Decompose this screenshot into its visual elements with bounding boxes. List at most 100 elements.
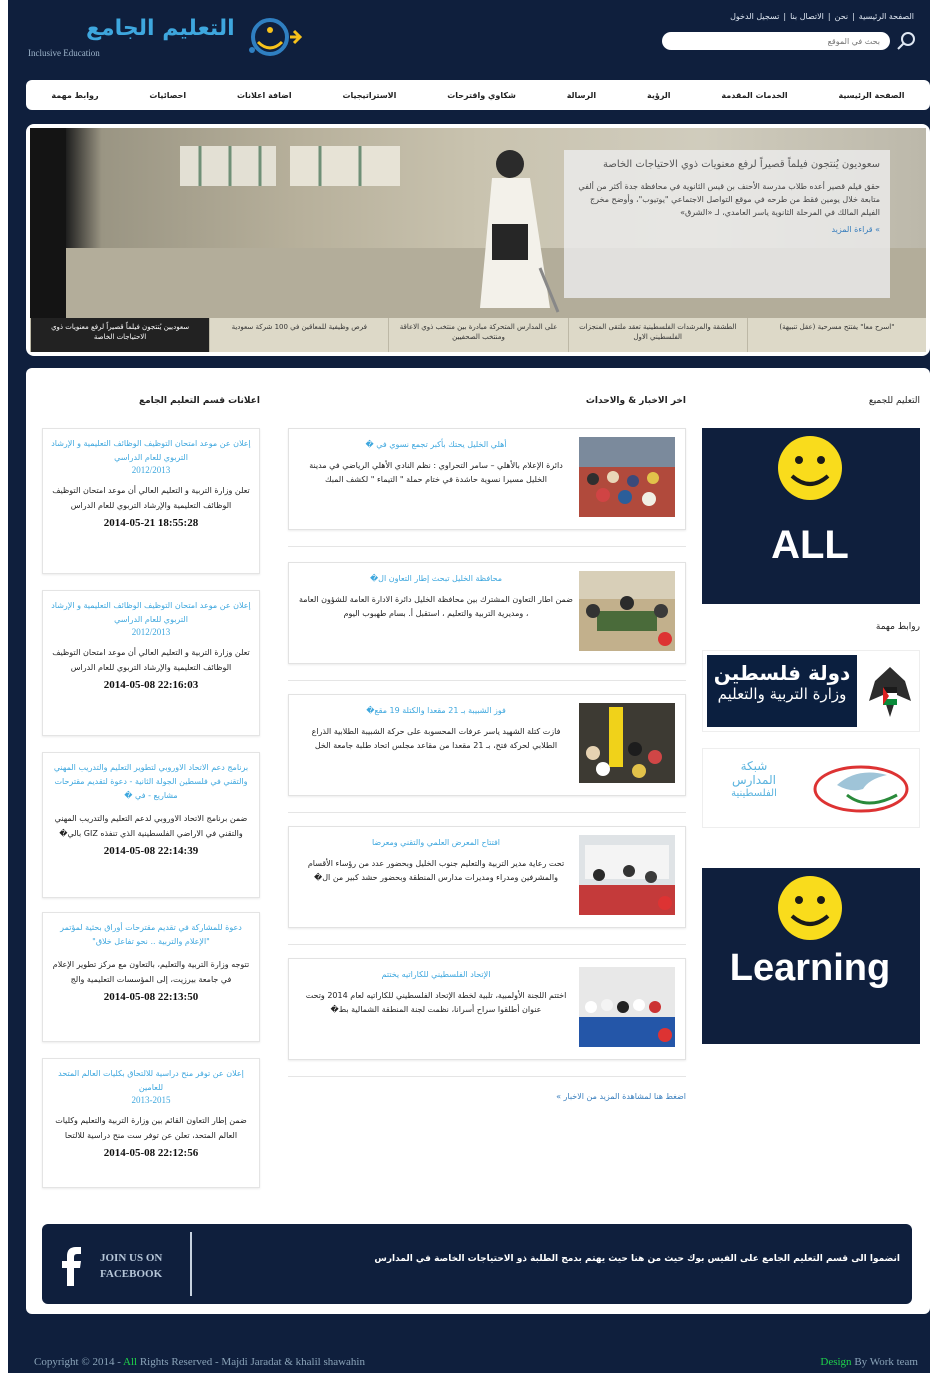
links-heading: روابط مهمة [875, 622, 920, 632]
news-body: فازت كتلة الشهيد ياسر عرفات المحسوبة على… [311, 727, 561, 750]
slider-thumbnails: "اسرح معا" يفتتح مسرحية (عقل تنبيهة) الط… [29, 318, 926, 352]
search-icon[interactable] [896, 30, 918, 52]
announcements-heading: اعلانات قسم التعليم الجامع [138, 396, 260, 406]
news-heading: اخر الاخبار & والاحداث [585, 396, 686, 406]
slide-image[interactable]: سعوديون يُنتجون فيلماً قصيراً لرفع معنوي… [30, 128, 926, 318]
announcement-title[interactable]: برنامج دعم الاتحاد الاوروبي لتطوير التعل… [51, 761, 251, 803]
featured-slider: سعوديون يُنتجون فيلماً قصيراً لرفع معنوي… [26, 124, 930, 356]
join-facebook-text[interactable]: JOIN US ON FACEBOOK [100, 1250, 162, 1282]
nav-services[interactable]: الخدمات المقدمة [717, 91, 791, 100]
slider-thumb[interactable]: "اسرح معا" يفتتح مسرحية (عقل تنبيهة) [746, 318, 926, 352]
join-line1: JOIN US ON [100, 1252, 163, 1264]
announcement-date: 2014-05-08 22:13:50 [103, 991, 199, 1003]
slider-thumb[interactable]: فرص وظيفية للمعاقين في 100 شركة سعودية [209, 318, 389, 352]
news-image[interactable] [579, 967, 675, 1047]
news-title[interactable]: فوز الشبيبة بـ 21 مقعدا والكتلة 19 مقع� [299, 705, 573, 717]
slide-caption: سعوديون يُنتجون فيلماً قصيراً لرفع معنوي… [564, 150, 890, 298]
news-body: تحت رعاية مدير التربية والتعليم جنوب الخ… [307, 859, 565, 882]
news-divider [288, 680, 686, 681]
education-for-all-banner[interactable]: ALL [702, 428, 920, 604]
news-title[interactable]: أهلي الخليل يحتك بأكبر تجمع نسوي في � [299, 439, 573, 451]
dove-logo-icon [813, 765, 909, 813]
nav-add-ads[interactable]: اضافة اعلانات [233, 91, 296, 100]
learning-banner[interactable]: Learning [702, 868, 920, 1044]
news-image[interactable] [579, 437, 675, 517]
top-links: الصفحة الرئيسية | نحن | الاتصال بنا | تسجيل… [730, 12, 914, 21]
announcement-date: 2014-05-08 22:12:56 [103, 1147, 199, 1159]
nav-mission[interactable]: الرسالة [563, 91, 600, 100]
announcement-body: تتوجه وزارة التربية والتعليم، بالتعاون م… [52, 960, 250, 984]
learning-label: Learning [730, 947, 890, 989]
announcement-body: ضمن إطار التعاون القائم بين وزارة التربي… [55, 1116, 247, 1140]
search-input[interactable] [662, 32, 890, 50]
announcement-body: ضمن برنامج الاتحاد الاوروبي لدعم التعليم… [54, 814, 248, 838]
announcement-card[interactable]: برنامج دعم الاتحاد الاوروبي لتطوير التعل… [42, 752, 260, 898]
announcement-card[interactable]: دعوة للمشاركة في تقديم مقترحات أوراق بحث… [42, 912, 260, 1042]
announcement-year: 2012/2013 [131, 465, 171, 475]
ministry-line2: وزارة التربية والتعليم [717, 685, 847, 703]
all-label: ALL [771, 523, 849, 567]
announcement-title[interactable]: إعلان عن موعد امتحان التوظيف الوظائف الت… [51, 437, 251, 465]
news-title[interactable]: افتتاح المعرض العلمي والتقني ومعرضا [299, 837, 573, 849]
smiley-learning-icon: Learning [730, 876, 890, 989]
logo-text: التعليم الجامع [86, 16, 235, 41]
news-card[interactable]: محافظة الخليل تبحث إطار التعاون ال� ضمن … [288, 562, 686, 664]
announcement-year: 2013-2015 [131, 1095, 171, 1105]
copyright-all-link[interactable]: All [123, 1356, 137, 1368]
announcement-body: تعلن وزارة التربية و التعليم العالي أن م… [52, 486, 250, 510]
network-line2: المدارس [731, 773, 776, 787]
announcement-date: 2014-05-08 22:14:39 [103, 845, 199, 857]
nav-statistics[interactable]: احصائيات [145, 91, 190, 100]
news-divider [288, 944, 686, 945]
news-card[interactable]: الإتحاد الفلسطيني للكاراتيه يختتم اختتم … [288, 958, 686, 1060]
announcement-title[interactable]: إعلان عن توفر منح دراسية للالتحاق بكليات… [51, 1067, 251, 1095]
news-body: ضمن اطار التعاون المشترك بين محافظة الخل… [299, 595, 573, 618]
design-link[interactable]: Design [820, 1356, 851, 1368]
side-heading: التعليم للجميع [868, 396, 920, 406]
eagle-emblem-icon [869, 667, 911, 717]
design-credit-text: By Work team [851, 1356, 918, 1368]
read-more-link[interactable]: » قراءة المزيد [574, 225, 880, 234]
nav-vision[interactable]: الرؤية [643, 91, 675, 100]
nav-complaints[interactable]: شكاوي واقترحات [443, 91, 520, 100]
announcement-card[interactable]: إعلان عن موعد امتحان التوظيف الوظائف الت… [42, 428, 260, 574]
news-title[interactable]: الإتحاد الفلسطيني للكاراتيه يختتم [299, 969, 573, 981]
slider-thumb[interactable]: على المدارس المتحركة مبادرة بين منتخب ذو… [388, 318, 568, 352]
toplink-home[interactable]: الصفحة الرئيسية [859, 12, 914, 21]
smiley-icon: ALL [771, 436, 849, 567]
news-divider [288, 812, 686, 813]
more-news-link[interactable]: اضغط هنا لمشاهدة المزيد من الاخبار » [288, 1092, 686, 1101]
news-card[interactable]: افتتاح المعرض العلمي والتقني ومعرضا تحت … [288, 826, 686, 928]
news-body: دائرة الإعلام بالأهلي – سامر التحراوي : … [309, 461, 563, 484]
facebook-icon[interactable] [52, 1242, 92, 1288]
toplink-login[interactable]: تسجيل الدخول [730, 12, 779, 21]
news-image[interactable] [579, 571, 675, 651]
facebook-banner[interactable]: JOIN US ON FACEBOOK انضموا الى قسم التعل… [42, 1224, 912, 1304]
news-image[interactable] [579, 703, 675, 783]
copyright: Copyright © 2014 - All Rights Reserved -… [34, 1356, 365, 1368]
slider-thumb[interactable]: الطشقة والمرشدات الفلسطينية تعقد ملتقى ا… [567, 318, 747, 352]
toplink-contact[interactable]: الاتصال بنا [790, 12, 824, 21]
toplink-about[interactable]: نحن [835, 12, 848, 21]
news-divider [288, 546, 686, 547]
ministry-line1: دولة فلسطين [713, 661, 851, 685]
palestine-ministry-link[interactable]: دولة فلسطين وزارة التربية والتعليم [702, 650, 920, 732]
logo-subtitle: Inclusive Education [28, 48, 100, 58]
nav-home[interactable]: الصفحة الرئيسية [834, 91, 908, 100]
news-title[interactable]: محافظة الخليل تبحث إطار التعاون ال� [299, 573, 573, 585]
news-card[interactable]: فوز الشبيبة بـ 21 مقعدا والكتلة 19 مقع� … [288, 694, 686, 796]
news-card[interactable]: أهلي الخليل يحتك بأكبر تجمع نسوي في � دا… [288, 428, 686, 530]
announcement-card[interactable]: إعلان عن موعد امتحان التوظيف الوظائف الت… [42, 590, 260, 736]
announcement-title[interactable]: إعلان عن موعد امتحان التوظيف الوظائف الت… [51, 599, 251, 627]
announcement-card[interactable]: إعلان عن توفر منح دراسية للالتحاق بكليات… [42, 1058, 260, 1188]
slider-thumb-active[interactable]: سعوديين يُنتجون فيلماً قصيراً لرفع معنوي… [29, 318, 210, 352]
news-image[interactable] [579, 835, 675, 915]
nav-links[interactable]: روابط مهمة [47, 91, 102, 100]
nav-strategies[interactable]: الاستراتيجيات [338, 91, 400, 100]
palestinian-schools-network-link[interactable]: شبكة المدارس الفلسطينية [702, 748, 920, 828]
site-logo[interactable]: التعليم الجامع Inclusive Education [24, 14, 314, 64]
slide-caption-title[interactable]: سعوديون يُنتجون فيلماً قصيراً لرفع معنوي… [574, 158, 880, 172]
news-text: محافظة الخليل تبحث إطار التعاون ال� ضمن … [299, 573, 573, 621]
announcement-title[interactable]: دعوة للمشاركة في تقديم مقترحات أوراق بحث… [51, 921, 251, 949]
news-divider [288, 1076, 686, 1077]
